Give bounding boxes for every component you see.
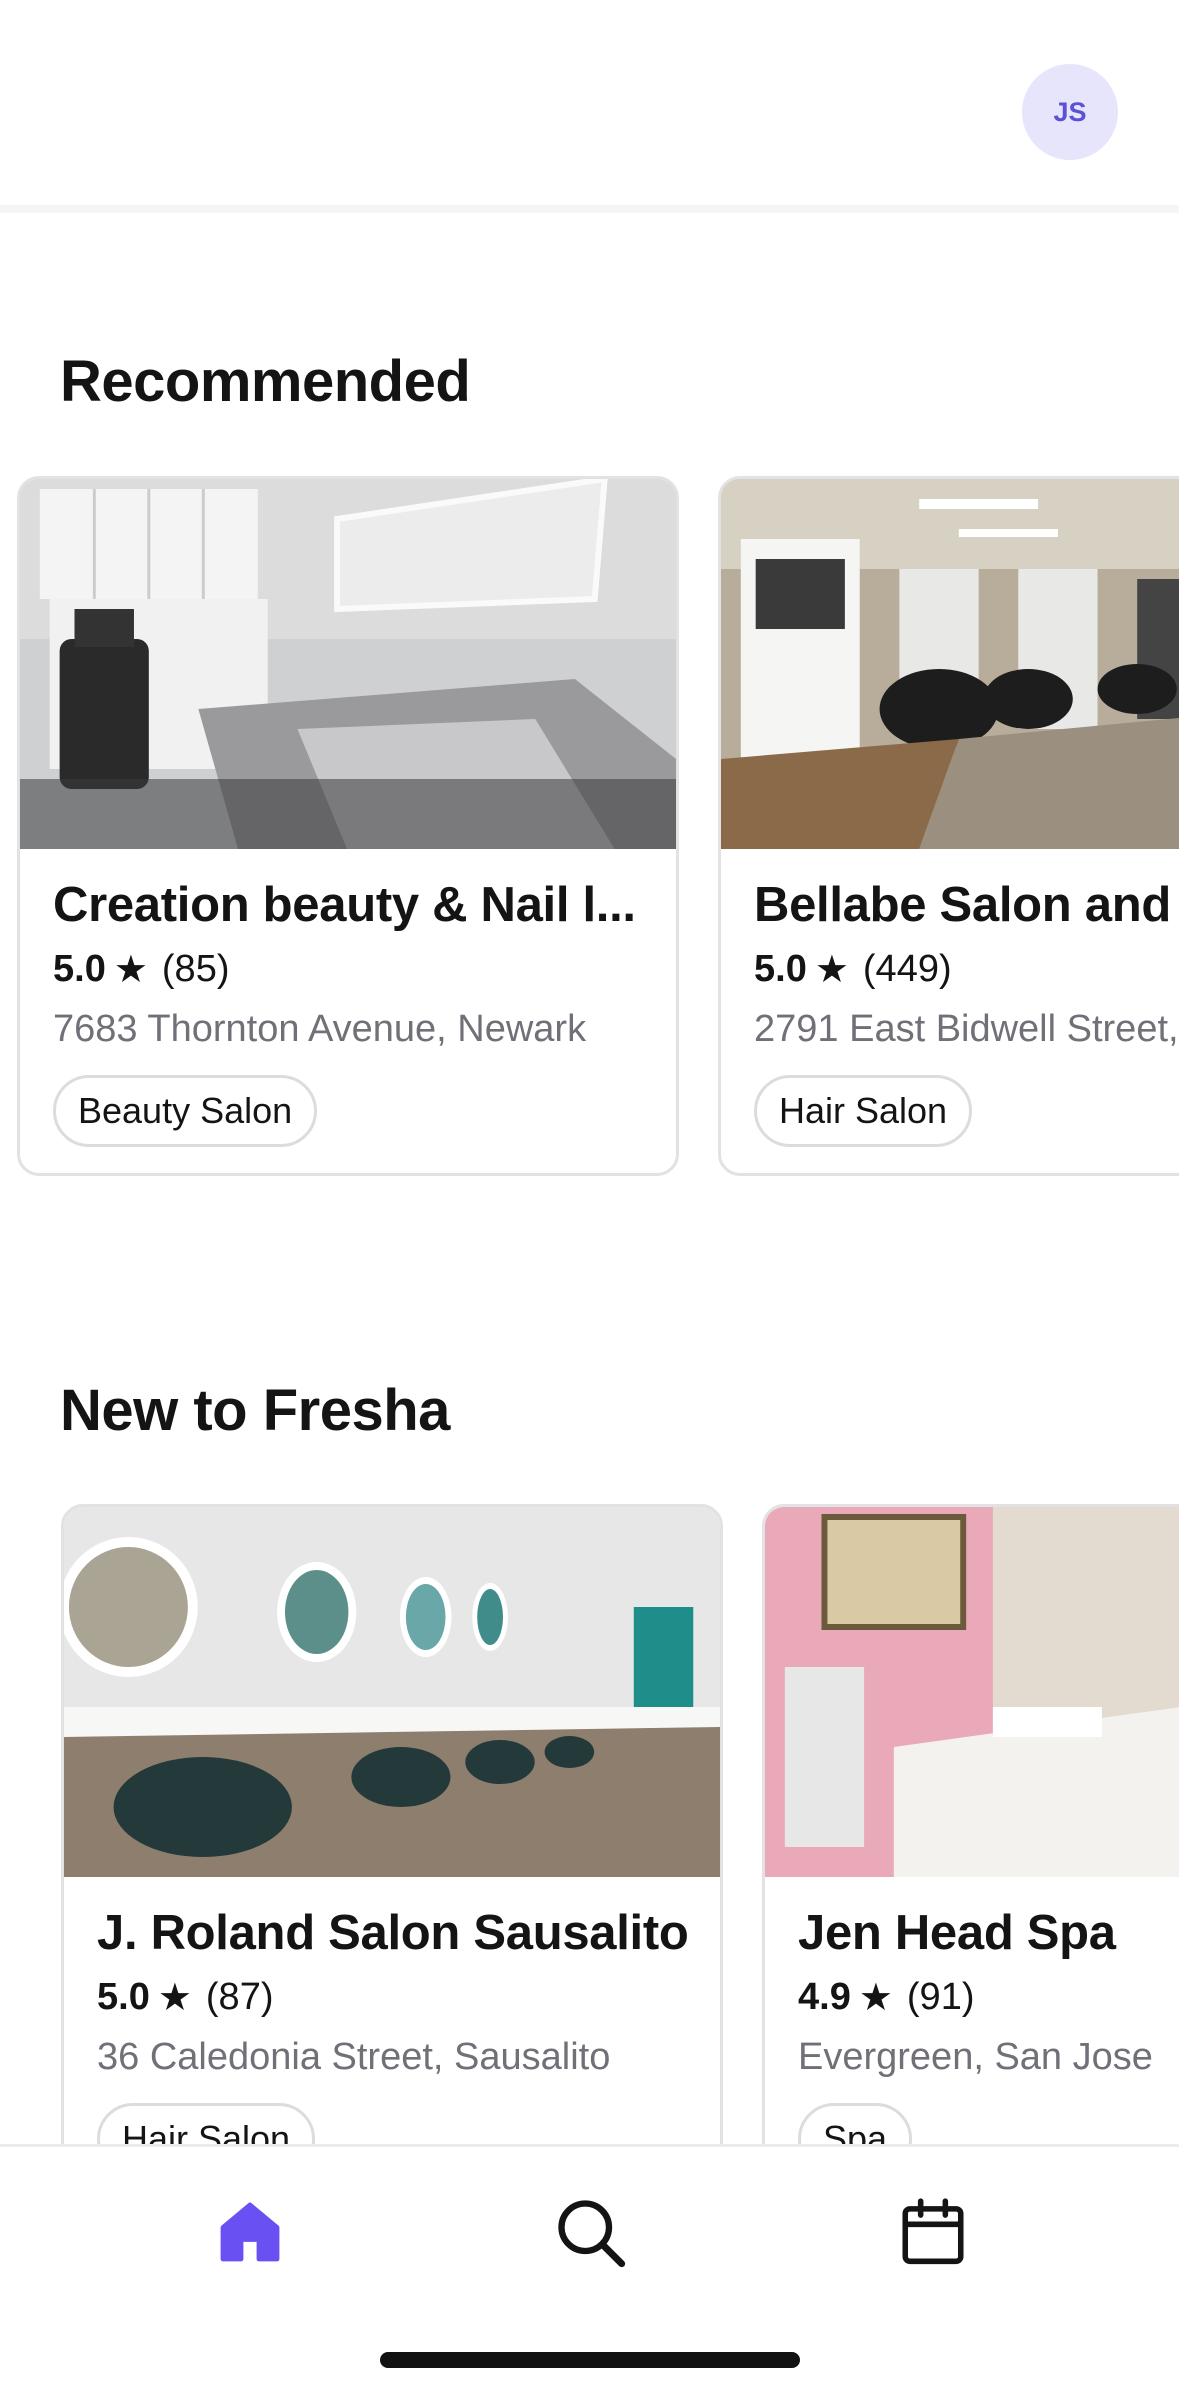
home-indicator (380, 2352, 800, 2368)
top-bar: JS (0, 0, 1179, 213)
rating-value: 5.0 (754, 948, 807, 990)
venue-address: Evergreen, San Jose (798, 2036, 1153, 2078)
star-icon: ★ (157, 1977, 192, 2019)
rating-row: 5.0 ★ (85) (53, 947, 656, 992)
nav-search[interactable] (545, 2187, 635, 2277)
star-icon: ★ (814, 949, 849, 991)
new-to-fresha-carousel[interactable]: J. Roland Salon Sausalito 5.0 ★ (87) 36 … (0, 1504, 1179, 2144)
rating-value: 5.0 (97, 1976, 150, 2018)
venue-photo (64, 1507, 720, 1877)
venue-name: Creation beauty & Nail l... (53, 878, 636, 932)
rating-row: 5.0 ★ (87) (97, 1975, 700, 2020)
venue-card[interactable]: Bellabe Salon and Spa 5.0 ★ (449) 2791 E… (718, 476, 1179, 1176)
review-count: (87) (205, 1976, 274, 2018)
venue-photo (765, 1507, 1179, 1877)
star-icon: ★ (113, 949, 148, 991)
venue-card[interactable]: J. Roland Salon Sausalito 5.0 ★ (87) 36 … (61, 1504, 723, 2144)
section-title-new-to-fresha: New to Fresha (60, 1378, 450, 1443)
venue-address: 2791 East Bidwell Street, Folsom (754, 1008, 1179, 1050)
category-tag: Hair Salon (754, 1075, 973, 1147)
nav-calendar[interactable] (888, 2187, 978, 2277)
venue-name: Jen Head Spa (798, 1906, 1116, 1960)
venue-photo (721, 479, 1179, 849)
category-tag: Spa (798, 2103, 913, 2144)
rating-row: 4.9 ★ (91) (798, 1975, 1179, 2020)
review-count: (85) (161, 948, 230, 990)
search-icon (558, 2200, 626, 2268)
review-count: (91) (906, 1976, 975, 2018)
rating-row: 5.0 ★ (449) (754, 947, 1179, 992)
avatar[interactable]: JS (1022, 64, 1118, 160)
section-title-recommended: Recommended (60, 349, 471, 414)
category-tag: Hair Salon (97, 2103, 316, 2144)
rating-value: 5.0 (53, 948, 106, 990)
venue-card[interactable]: Creation beauty & Nail l... 5.0 ★ (85) 7… (17, 476, 679, 1176)
venue-address: 36 Caledonia Street, Sausalito (97, 2036, 611, 2078)
nav-home[interactable] (205, 2187, 295, 2277)
venue-name: J. Roland Salon Sausalito (97, 1906, 689, 1960)
review-count: (449) (862, 948, 952, 990)
recommended-carousel[interactable]: Creation beauty & Nail l... 5.0 ★ (85) 7… (0, 476, 1179, 1188)
category-tag: Beauty Salon (53, 1075, 318, 1147)
venue-photo (20, 479, 676, 849)
venue-address: 7683 Thornton Avenue, Newark (53, 1008, 587, 1050)
home-icon (220, 2202, 280, 2262)
venue-name: Bellabe Salon and Spa (754, 878, 1179, 932)
rating-value: 4.9 (798, 1976, 851, 2018)
calendar-icon (902, 2198, 964, 2265)
star-icon: ★ (858, 1977, 893, 2019)
venue-card[interactable]: Jen Head Spa 4.9 ★ (91) Evergreen, San J… (762, 1504, 1179, 2144)
